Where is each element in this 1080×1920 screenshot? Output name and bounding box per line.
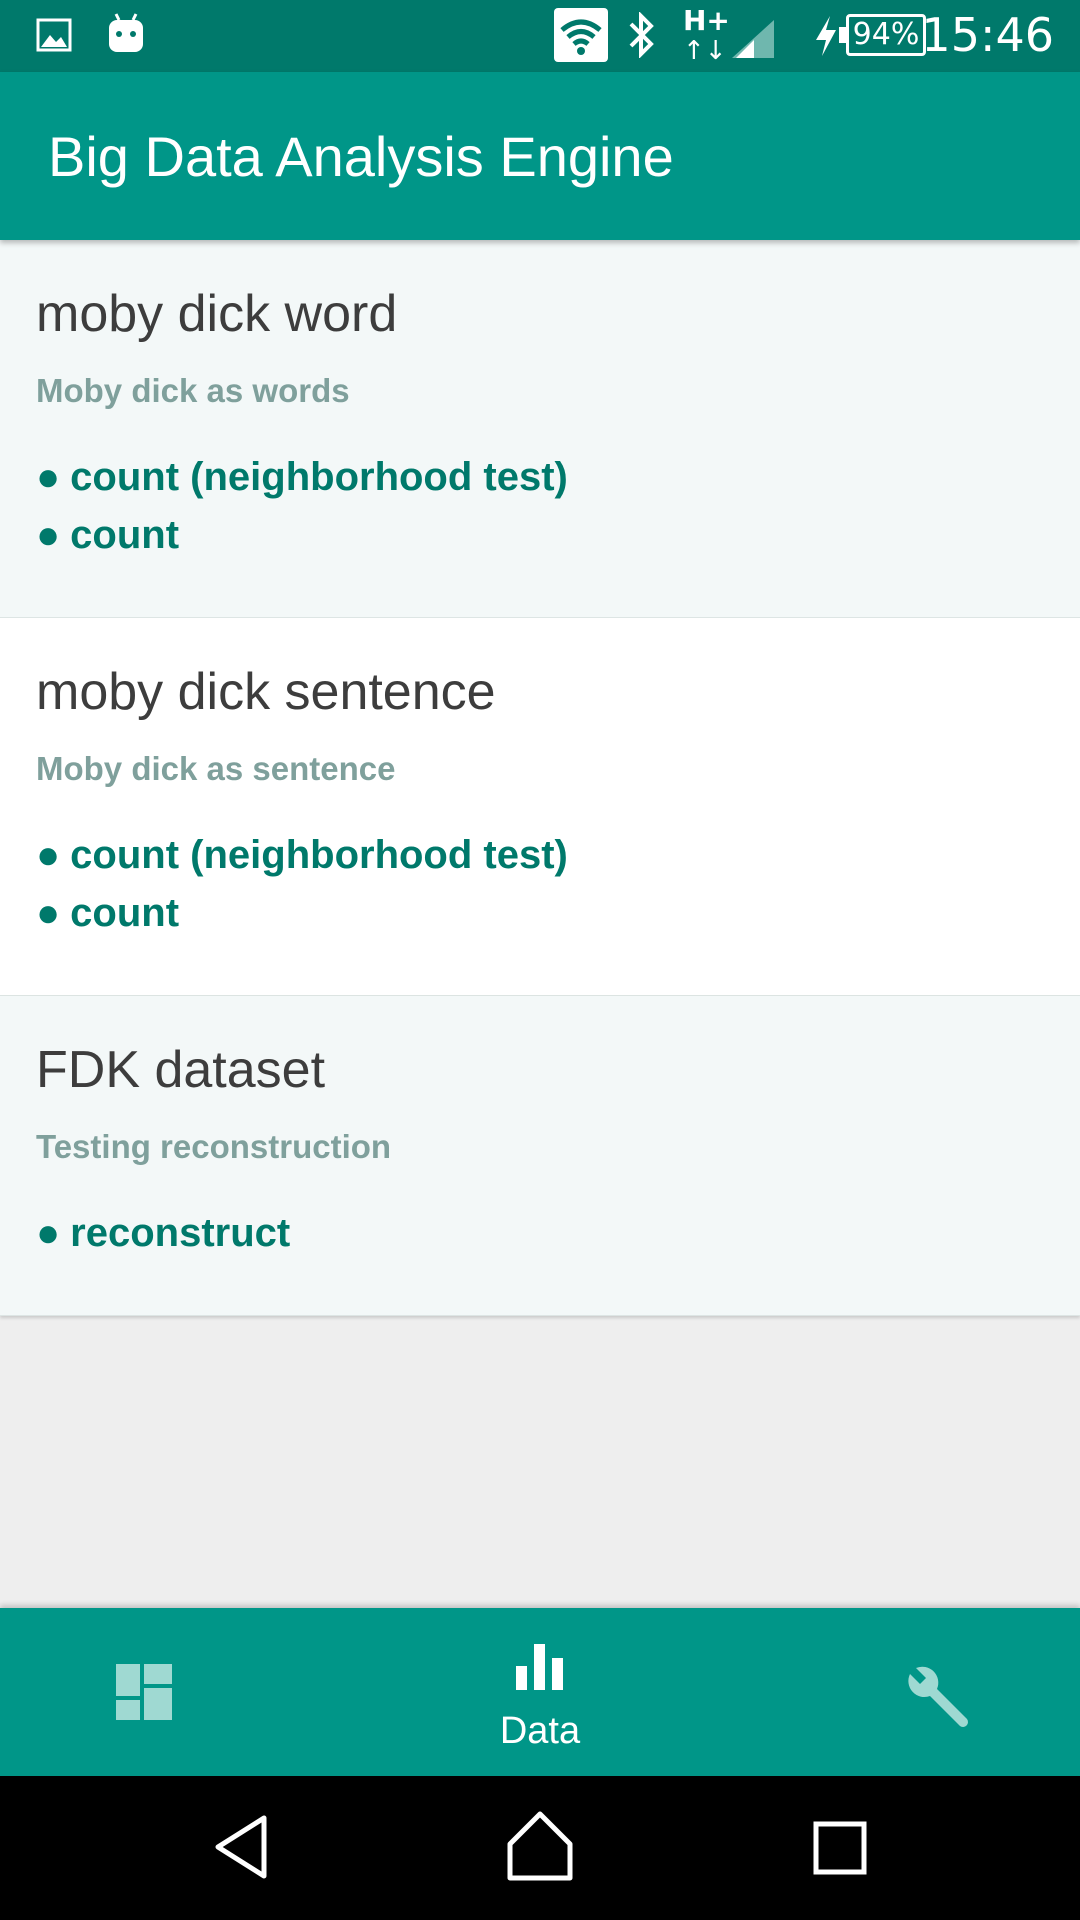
operation-item[interactable]: ● reconstruct	[36, 1204, 290, 1262]
data-activity-icon: ↑↓	[683, 36, 727, 66]
bullet-icon: ●	[36, 1211, 61, 1255]
tab-data[interactable]: Data	[360, 1608, 720, 1776]
dataset-card-fdk-dataset[interactable]: FDK dataset Testing reconstruction ● reco…	[0, 996, 1080, 1316]
tab-data-label: Data	[499, 1710, 581, 1752]
operation-item[interactable]: ● count	[36, 884, 568, 942]
status-bar: H+ ↑↓ 94% 15:46	[0, 0, 1080, 72]
dashboard-icon	[116, 1664, 172, 1720]
dataset-title: moby dick sentence	[36, 663, 496, 721]
operation-item[interactable]: ● count (neighborhood test)	[36, 826, 568, 884]
cell-signal-icon	[732, 20, 774, 58]
charging-icon	[816, 16, 836, 56]
bullet-icon: ●	[36, 513, 61, 557]
wrench-icon	[908, 1666, 968, 1727]
wifi-icon	[554, 8, 608, 62]
battery-level: 94%	[852, 17, 920, 52]
operation-label: count	[70, 513, 180, 557]
dataset-title: FDK dataset	[36, 1041, 326, 1099]
bar-chart-icon	[516, 1644, 563, 1690]
network-type-label: H+	[683, 4, 730, 37]
home-icon[interactable]	[506, 1810, 574, 1882]
status-time: 15:46	[921, 8, 1054, 62]
bullet-icon: ●	[36, 891, 61, 935]
dataset-title: moby dick word	[36, 285, 398, 343]
operation-label: count	[70, 891, 180, 935]
operation-item[interactable]: ● count	[36, 506, 568, 564]
operation-item[interactable]: ● count (neighborhood test)	[36, 448, 568, 506]
app-bar: Big Data Analysis Engine	[0, 72, 1080, 240]
tab-dashboard[interactable]	[0, 1608, 360, 1776]
dataset-description: Testing reconstruction	[36, 1128, 392, 1165]
back-icon[interactable]	[212, 1814, 272, 1880]
dataset-description: Moby dick as words	[36, 372, 350, 409]
android-notification-icon	[109, 13, 143, 52]
recents-icon[interactable]	[812, 1820, 868, 1876]
bullet-icon: ●	[36, 455, 61, 499]
operation-label: count (neighborhood test)	[70, 455, 568, 499]
system-navigation-bar	[0, 1776, 1080, 1920]
operation-label: count (neighborhood test)	[70, 833, 568, 877]
dataset-list: moby dick word Moby dick as words ● count…	[0, 240, 1080, 1316]
page-title: Big Data Analysis Engine	[48, 125, 674, 188]
gallery-notification-icon	[36, 18, 72, 52]
battery-icon: 94%	[839, 14, 926, 56]
bluetooth-icon	[629, 12, 654, 58]
dataset-description: Moby dick as sentence	[36, 750, 396, 787]
dataset-card-moby-dick-sentence[interactable]: moby dick sentence Moby dick as sentence…	[0, 618, 1080, 996]
tab-settings[interactable]	[720, 1608, 1080, 1776]
operation-list: ● reconstruct	[36, 1204, 290, 1262]
bottom-navigation: Data	[0, 1608, 1080, 1776]
operation-label: reconstruct	[70, 1211, 291, 1255]
bullet-icon: ●	[36, 833, 61, 877]
dataset-card-moby-dick-word[interactable]: moby dick word Moby dick as words ● count…	[0, 240, 1080, 618]
operation-list: ● count (neighborhood test) ● count	[36, 448, 568, 564]
operation-list: ● count (neighborhood test) ● count	[36, 826, 568, 942]
